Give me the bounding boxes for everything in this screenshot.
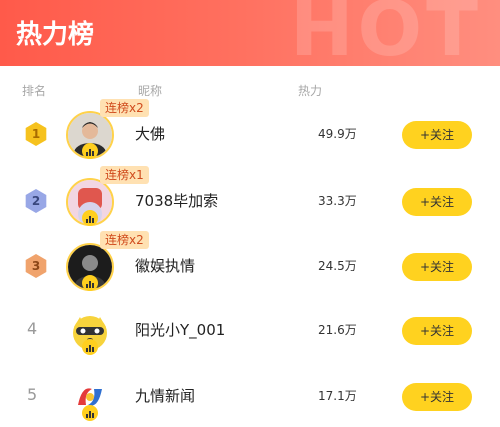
live-bars-icon: [82, 143, 98, 159]
page-title: 热力榜: [16, 20, 95, 50]
bronze-medal-icon: 3: [25, 254, 47, 278]
heat-value: 21.6万: [318, 323, 357, 337]
nickname[interactable]: 徽娱执情: [135, 255, 195, 276]
nickname[interactable]: 九情新闻: [135, 385, 195, 406]
follow-button[interactable]: +关注: [402, 188, 472, 216]
nickname[interactable]: 阳光小Y_001: [135, 319, 225, 340]
silver-medal-icon: 2: [25, 189, 47, 213]
streak-badge: 连榜x1: [100, 166, 149, 184]
ranking-row[interactable]: 2 连榜x1 7038毕加索 33.3万 +关注: [0, 166, 500, 232]
rank-number: 5: [27, 385, 38, 404]
follow-button[interactable]: +关注: [402, 121, 472, 149]
follow-button[interactable]: +关注: [402, 253, 472, 281]
heat-value: 33.3万: [318, 194, 357, 208]
live-bars-icon: [82, 339, 98, 355]
streak-badge: 连榜x2: [100, 231, 149, 249]
hot-watermark: HOT: [289, 0, 482, 66]
live-bars-icon: [82, 210, 98, 226]
rank-number: 4: [27, 319, 38, 338]
follow-button[interactable]: +关注: [402, 317, 472, 345]
header-banner: HOT 热力榜: [0, 0, 500, 66]
heat-value: 24.5万: [318, 259, 357, 273]
ranking-row[interactable]: 5 九情新闻 17.1万 +关注: [0, 363, 500, 427]
live-bars-icon: [82, 275, 98, 291]
ranking-row[interactable]: 1 连榜x2 大佛 49.9万 +关注: [0, 99, 500, 165]
ranking-row[interactable]: 3 连榜x2 徽娱执情 24.5万 +关注: [0, 231, 500, 297]
column-header-rank: 排名: [22, 84, 47, 98]
column-header-heat: 热力: [298, 84, 323, 98]
heat-value: 49.9万: [318, 127, 357, 141]
column-header-nickname: 昵称: [138, 84, 163, 98]
nickname[interactable]: 大佛: [135, 123, 165, 144]
live-bars-icon: [82, 405, 98, 421]
ranking-row[interactable]: 4 阳光小Y_001 21.6万 +关注: [0, 297, 500, 361]
follow-button[interactable]: +关注: [402, 383, 472, 411]
gold-medal-icon: 1: [25, 122, 47, 146]
streak-badge: 连榜x2: [100, 99, 149, 117]
nickname[interactable]: 7038毕加索: [135, 190, 218, 211]
heat-value: 17.1万: [318, 389, 357, 403]
